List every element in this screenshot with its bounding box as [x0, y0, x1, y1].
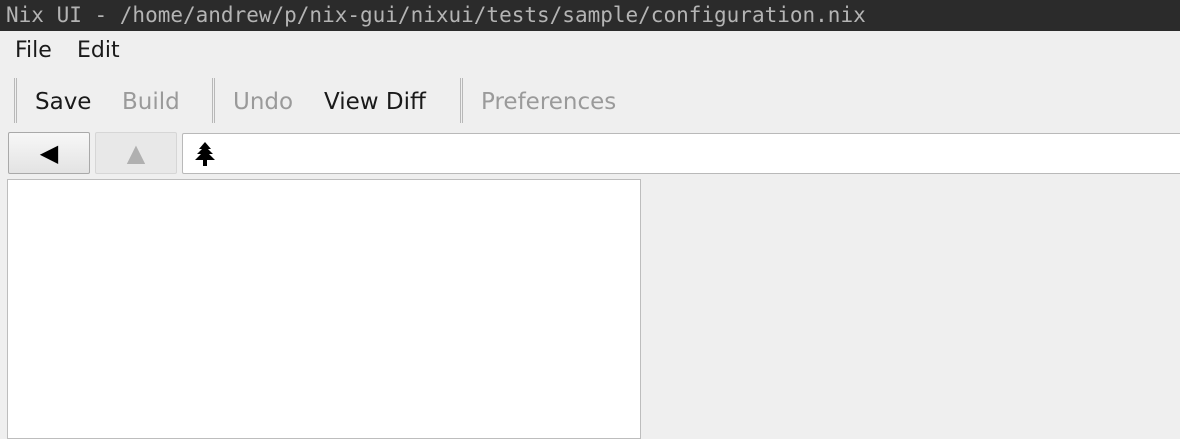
window-title: Nix UI - /home/andrew/p/nix-gui/nixui/te… [6, 3, 866, 27]
toolbar: Save Build Undo View Diff Preferences [0, 71, 1180, 129]
menubar: File Edit [0, 31, 1180, 71]
navigation-bar: ◀ ▲ [0, 130, 1180, 176]
window-titlebar: Nix UI - /home/andrew/p/nix-gui/nixui/te… [0, 0, 1180, 31]
toolbar-separator [460, 78, 463, 123]
up-button[interactable]: ▲ [95, 132, 177, 174]
preferences-button[interactable]: Preferences [481, 86, 616, 118]
toolbar-separator [14, 78, 17, 123]
undo-button[interactable]: Undo [233, 86, 293, 118]
back-button[interactable]: ◀ [8, 132, 90, 174]
up-arrow-icon: ▲ [126, 139, 146, 167]
save-button[interactable]: Save [35, 86, 91, 118]
option-path-field[interactable] [182, 133, 1180, 174]
back-arrow-icon: ◀ [39, 139, 59, 167]
build-button[interactable]: Build [122, 86, 180, 118]
view-diff-button[interactable]: View Diff [324, 86, 426, 118]
menu-edit[interactable]: Edit [77, 36, 120, 66]
menu-file[interactable]: File [15, 36, 52, 66]
option-tree-panel[interactable] [7, 179, 641, 439]
option-detail-panel [642, 179, 1180, 426]
toolbar-separator [212, 78, 215, 123]
tree-icon [195, 142, 215, 166]
